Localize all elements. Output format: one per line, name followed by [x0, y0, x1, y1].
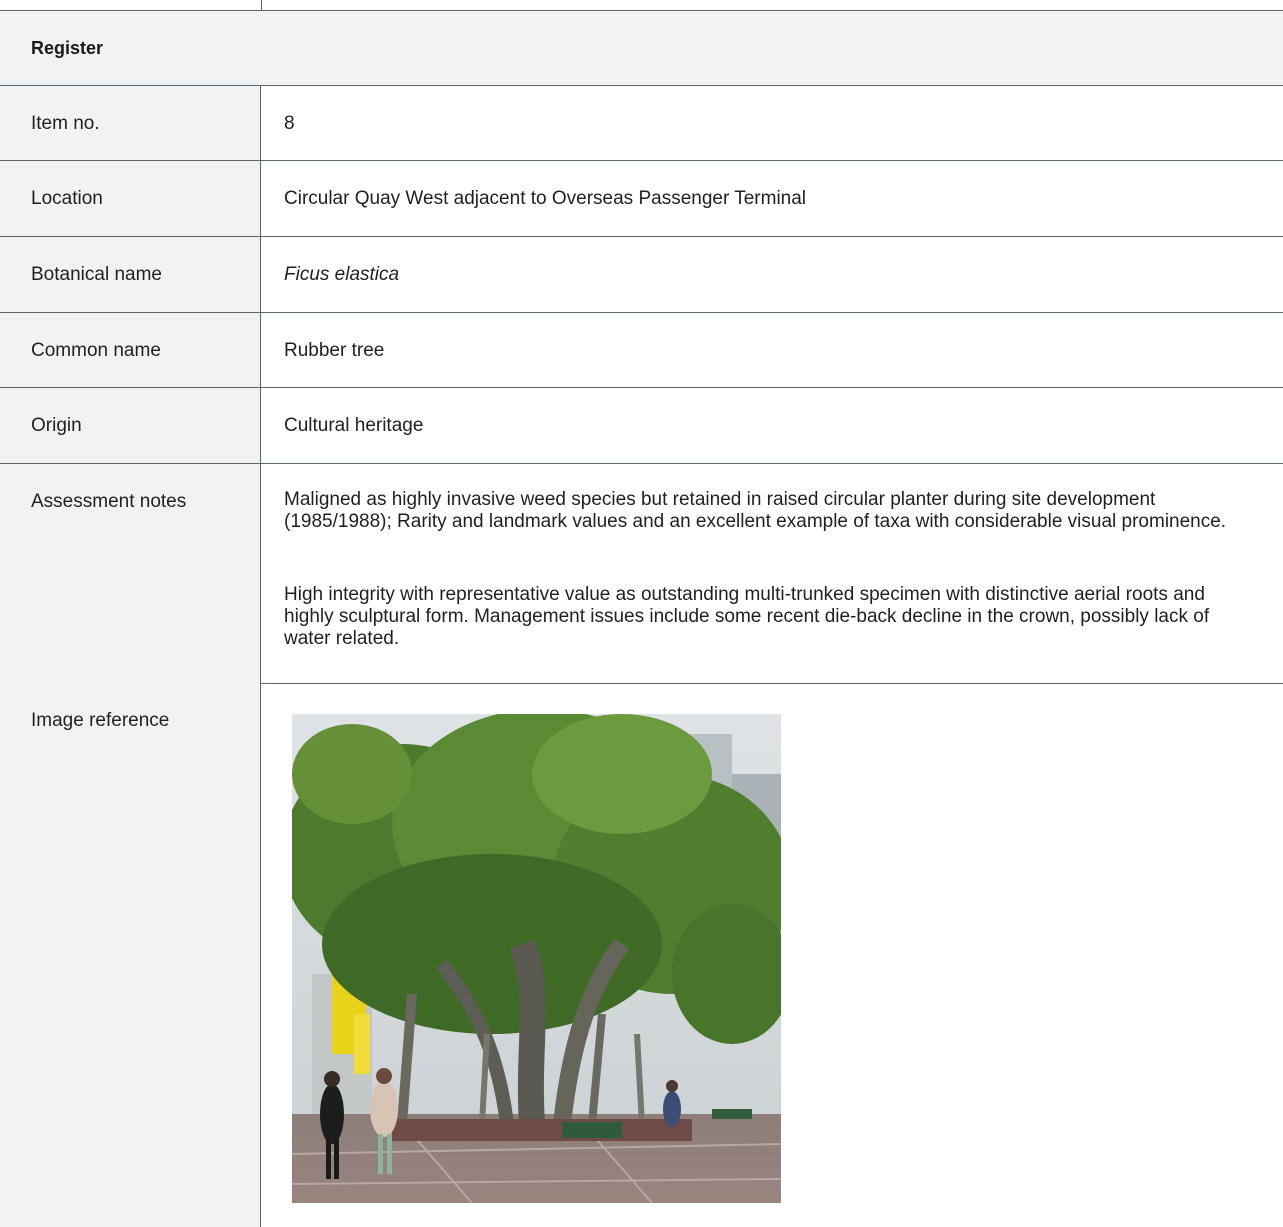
value-item-no: 8	[284, 113, 295, 134]
value-botanical-name: Ficus elastica	[284, 264, 400, 285]
row-assessment-notes: Assessment notes Maligned as highly inva…	[0, 464, 1283, 684]
label-botanical-name: Botanical name	[31, 264, 162, 285]
row-botanical-name: Botanical name Ficus elastica	[0, 237, 1283, 313]
row-common-name: Common name Rubber tree	[0, 313, 1283, 388]
row-item-no: Item no. 8	[0, 86, 1283, 161]
register-header: Register	[0, 11, 1283, 86]
value-location: Circular Quay West adjacent to Overseas …	[284, 188, 807, 209]
row-location: Location Circular Quay West adjacent to …	[0, 161, 1283, 237]
label-common-name: Common name	[31, 340, 161, 361]
label-assessment-notes: Assessment notes	[31, 491, 187, 512]
value-common-name: Rubber tree	[284, 340, 385, 361]
assessment-paragraph-1: Maligned as highly invasive weed species…	[284, 489, 1227, 532]
tree-photo	[292, 714, 781, 1203]
label-item-no: Item no.	[31, 113, 100, 134]
value-origin: Cultural heritage	[284, 415, 424, 436]
assessment-paragraph-2: High integrity with representative value…	[284, 584, 1210, 649]
label-image-reference: Image reference	[31, 710, 170, 731]
label-origin: Origin	[31, 415, 82, 436]
top-column-rule	[261, 0, 262, 10]
row-origin: Origin Cultural heritage	[0, 388, 1283, 464]
image-reference-label-cell: Image reference	[0, 683, 261, 1227]
label-location: Location	[31, 188, 103, 209]
register-title: Register	[31, 38, 104, 58]
